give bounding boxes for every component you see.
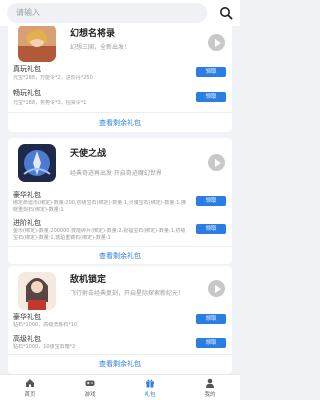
tab-label: 我的 bbox=[204, 392, 216, 398]
divider bbox=[8, 354, 232, 355]
game-card: 天使之战 经典奇迹再出发 开启奇迹魔幻世界 豪华礼包 绑定命运币(绑定)-数量:… bbox=[8, 138, 232, 264]
divider bbox=[8, 246, 232, 247]
gift-contents: 元宝*288，万能令*2，进阶丹*250 bbox=[13, 75, 93, 81]
gift-title: 畅玩礼包 bbox=[13, 89, 41, 97]
search-placeholder: 请输入 bbox=[16, 8, 40, 17]
game-description: 飞行射击经典复刻，开启星际探索新纪元！ bbox=[70, 290, 185, 297]
view-remaining-gifts-link[interactable]: 查看剩余礼包 bbox=[8, 118, 232, 128]
gift-list: 幻想名将录 幻想三国，全新出发！ 真玩礼包 元宝*288，万能令*2，进阶丹*2… bbox=[0, 26, 240, 374]
gift-contents: 钻石*1000，高级洗炼石*10 bbox=[13, 322, 78, 328]
claim-button[interactable]: 领取 bbox=[196, 338, 226, 348]
search-bar: 请输入 bbox=[0, 0, 240, 26]
view-remaining-gifts-link[interactable]: 查看剩余礼包 bbox=[8, 359, 232, 369]
tab-label: 游戏 bbox=[84, 392, 96, 398]
gift-contents: 元宝*188，务势令*3，招贤令*1 bbox=[13, 100, 87, 106]
play-icon[interactable] bbox=[208, 34, 225, 51]
gift-contents: 钻石*1000，10级宝石箱*2 bbox=[13, 344, 76, 350]
claim-button[interactable]: 领取 bbox=[196, 224, 226, 234]
search-input[interactable]: 请输入 bbox=[7, 3, 207, 23]
tab-home[interactable]: 首页 bbox=[0, 375, 60, 400]
game-card: 敌机锁定 飞行射击经典复刻，开启星际探索新纪元！ 豪华礼包 钻石*1000，高级… bbox=[8, 266, 232, 374]
game-title: 幻想名将录 bbox=[70, 29, 116, 39]
gift-contents: 绑定命运币(绑定)-数量:200,初级宝石(绑定)-数量:1,灵魂宝石(绑定)-… bbox=[13, 200, 186, 213]
tab-label: 礼包 bbox=[144, 392, 156, 398]
game-description: 经典奇迹再出发 开启奇迹魔幻世界 bbox=[70, 170, 162, 177]
user-icon bbox=[206, 378, 214, 388]
gift-title: 豪华礼包 bbox=[13, 191, 41, 199]
play-icon[interactable] bbox=[208, 154, 225, 171]
gamepad-icon bbox=[85, 380, 95, 386]
view-remaining-gifts-link[interactable]: 查看剩余礼包 bbox=[8, 251, 232, 261]
tab-gifts[interactable]: 礼包 bbox=[120, 375, 180, 400]
gift-title: 豪华礼包 bbox=[13, 313, 41, 321]
claim-button[interactable]: 领取 bbox=[196, 196, 226, 206]
game-thumbnail[interactable] bbox=[18, 272, 56, 310]
divider bbox=[8, 112, 232, 113]
game-card: 幻想名将录 幻想三国，全新出发！ 真玩礼包 元宝*288，万能令*2，进阶丹*2… bbox=[8, 26, 232, 132]
game-title: 敌机锁定 bbox=[70, 275, 107, 285]
tab-games[interactable]: 游戏 bbox=[60, 375, 120, 400]
home-icon bbox=[26, 379, 34, 387]
game-thumbnail[interactable] bbox=[18, 26, 56, 62]
gift-title: 进阶礼包 bbox=[13, 219, 41, 227]
claim-button[interactable]: 领取 bbox=[196, 67, 226, 77]
gift-title: 真玩礼包 bbox=[13, 65, 41, 73]
tab-profile[interactable]: 我的 bbox=[180, 375, 240, 400]
game-description: 幻想三国，全新出发！ bbox=[70, 44, 131, 51]
game-title: 天使之战 bbox=[70, 149, 107, 159]
claim-button[interactable]: 领取 bbox=[196, 314, 226, 324]
bottom-tab-bar: 首页 游戏 礼包 我的 bbox=[0, 374, 240, 400]
tab-label: 首页 bbox=[24, 392, 36, 398]
play-icon[interactable] bbox=[208, 280, 225, 297]
gift-contents: 金币(绑定)-数量:200000,技能碎片(绑定)-数量:2,祝福宝石(绑定)-… bbox=[13, 228, 186, 241]
claim-button[interactable]: 领取 bbox=[196, 92, 226, 102]
gift-icon bbox=[146, 379, 154, 388]
search-icon[interactable] bbox=[219, 6, 233, 20]
gift-title: 高级礼包 bbox=[13, 335, 41, 343]
game-thumbnail[interactable] bbox=[18, 144, 56, 182]
